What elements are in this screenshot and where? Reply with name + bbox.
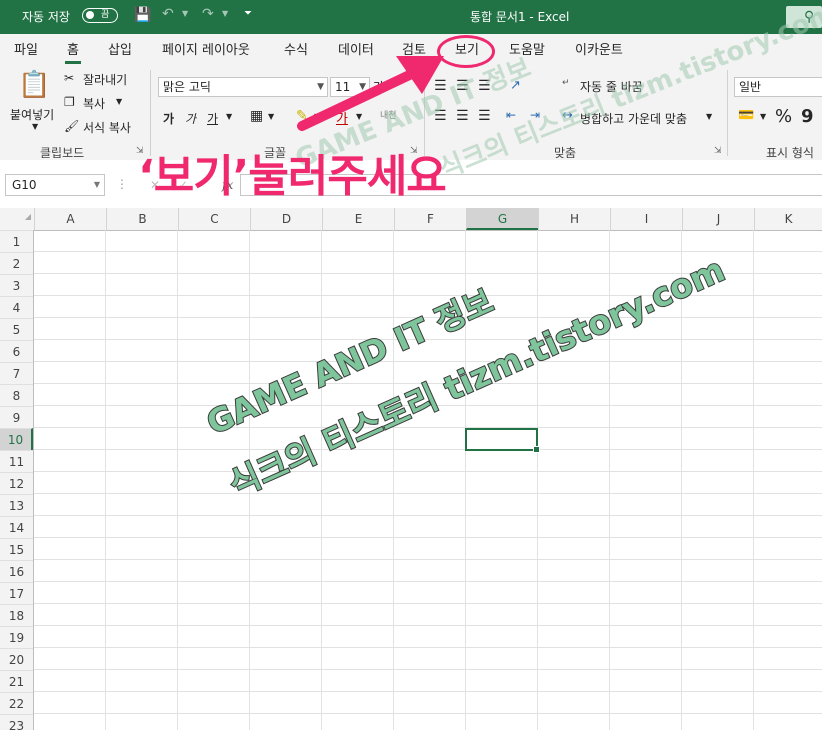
column-header-h[interactable]: H (538, 208, 610, 230)
copy-dropdown-icon[interactable]: ▼ (116, 97, 122, 106)
column-header-c[interactable]: C (178, 208, 250, 230)
undo-icon[interactable]: ↶ (162, 6, 174, 22)
column-header-g[interactable]: G (466, 208, 538, 230)
redo-dropdown-icon[interactable]: ▼ (222, 9, 228, 18)
row-header-14[interactable]: 14 (0, 516, 33, 538)
row-header-5[interactable]: 5 (0, 318, 33, 340)
chevron-down-icon: ▼ (93, 180, 100, 189)
format-painter-icon[interactable]: 🖌 (64, 119, 79, 133)
column-header-a[interactable]: A (34, 208, 106, 230)
column-header-e[interactable]: E (322, 208, 394, 230)
title-bar: 자동 저장 끔 💾 ↶ ▼ ↷ ▼ ⏷ 통합 문서1 - Excel ⚲ (0, 0, 822, 34)
bold-button[interactable]: 가 (163, 110, 174, 127)
scissors-icon[interactable]: ✂ (64, 71, 74, 85)
number-format-dropdown[interactable]: 일반 (734, 77, 822, 97)
instruction-text: ‘보기’눌러주세요 (138, 151, 447, 202)
row-header-6[interactable]: 6 (0, 340, 33, 362)
row-header-21[interactable]: 21 (0, 670, 33, 692)
row-header-15[interactable]: 15 (0, 538, 33, 560)
column-header-d[interactable]: D (250, 208, 322, 230)
row-headers: 1 2 3 4 5 6 7 8 9 10 11 12 13 14 15 16 17 18 19 20 21 22 23 (0, 230, 34, 733)
undo-dropdown-icon[interactable]: ▼ (182, 9, 188, 18)
row-header-19[interactable]: 19 (0, 626, 33, 648)
borders-dropdown-icon[interactable]: ▼ (268, 112, 274, 121)
borders-icon[interactable]: ▦ (250, 108, 263, 124)
row-header-22[interactable]: 22 (0, 692, 33, 714)
column-header-j[interactable]: J (682, 208, 754, 230)
accounting-format-icon[interactable]: 💳 (738, 108, 754, 123)
row-header-8[interactable]: 8 (0, 384, 33, 406)
select-all-icon: ◢ (24, 212, 31, 221)
row-header-20[interactable]: 20 (0, 648, 33, 670)
paste-dropdown-icon[interactable]: ▼ (32, 122, 38, 131)
autosave-toggle[interactable]: 끔 (82, 8, 118, 23)
autosave-label: 자동 저장 (22, 10, 70, 24)
format-painter-button[interactable]: 서식 복사 (83, 119, 131, 136)
fill-handle[interactable] (533, 446, 540, 453)
row-header-2[interactable]: 2 (0, 252, 33, 274)
tab-page-layout[interactable]: 페이지 레이아웃 (162, 39, 250, 58)
cut-button[interactable]: 잘라내기 (83, 71, 127, 88)
row-header-3[interactable]: 3 (0, 274, 33, 296)
number-group-label: 표시 형식 (766, 146, 814, 160)
more-options-icon: ⋮ (116, 177, 128, 191)
tab-file[interactable]: 파일 (14, 39, 38, 58)
paste-icon[interactable]: 📋 (18, 70, 50, 100)
document-title: 통합 문서1 - Excel (470, 10, 570, 24)
customize-toolbar-icon[interactable]: ⏷ (244, 8, 252, 19)
accounting-dropdown-icon[interactable]: ▼ (760, 112, 766, 121)
column-header-f[interactable]: F (394, 208, 466, 230)
copy-button[interactable]: 복사 (83, 95, 105, 112)
row-header-16[interactable]: 16 (0, 560, 33, 582)
redo-icon[interactable]: ↷ (202, 6, 214, 22)
row-header-9[interactable]: 9 (0, 406, 33, 428)
comma-style-button[interactable]: 9 (801, 106, 814, 127)
divider (727, 70, 728, 156)
column-headers: ◢ A B C D E F G H I J K (0, 208, 822, 231)
alignment-group-label: 맞춤 (554, 146, 577, 160)
row-header-7[interactable]: 7 (0, 362, 33, 384)
select-all-button[interactable]: ◢ (0, 208, 34, 230)
row-header-1[interactable]: 1 (0, 230, 33, 252)
name-box[interactable]: G10 ▼ (5, 174, 105, 196)
row-header-17[interactable]: 17 (0, 582, 33, 604)
tab-ecount[interactable]: 이카운트 (575, 39, 623, 58)
italic-button[interactable]: 가 (185, 110, 196, 127)
row-header-13[interactable]: 13 (0, 494, 33, 516)
alignment-launcher-icon[interactable]: ⇲ (714, 146, 722, 156)
name-box-value: G10 (12, 178, 37, 192)
save-icon[interactable]: 💾 (134, 7, 151, 23)
row-header-18[interactable]: 18 (0, 604, 33, 626)
column-header-k[interactable]: K (754, 208, 822, 230)
row-header-23[interactable]: 23 (0, 714, 33, 736)
wrap-text-icon[interactable]: ↵ (562, 78, 570, 88)
copy-icon[interactable]: ❐ (64, 95, 75, 109)
clipboard-group-label: 클립보드 (40, 146, 85, 160)
merge-dropdown-icon[interactable]: ▼ (706, 112, 712, 121)
number-format-value: 일반 (739, 80, 762, 94)
row-header-11[interactable]: 11 (0, 450, 33, 472)
percent-button[interactable]: % (775, 106, 792, 127)
tab-home[interactable]: 홈 (65, 39, 81, 64)
underline-dropdown-icon[interactable]: ▼ (226, 112, 232, 121)
column-header-i[interactable]: I (610, 208, 682, 230)
paste-button[interactable]: 붙여넣기 (10, 106, 54, 123)
font-name-value: 맑은 고딕 (163, 80, 211, 94)
align-right-icon[interactable]: ☰ (478, 108, 491, 124)
autosave-state: 끔 (101, 10, 110, 20)
row-header-4[interactable]: 4 (0, 296, 33, 318)
toggle-knob (86, 11, 94, 19)
tab-insert[interactable]: 삽입 (108, 39, 132, 58)
column-header-b[interactable]: B (106, 208, 178, 230)
row-header-10[interactable]: 10 (0, 428, 33, 450)
selected-cell[interactable] (465, 428, 540, 453)
arrow-icon (297, 56, 444, 131)
underline-button[interactable]: 가 (207, 110, 218, 127)
row-header-12[interactable]: 12 (0, 472, 33, 494)
